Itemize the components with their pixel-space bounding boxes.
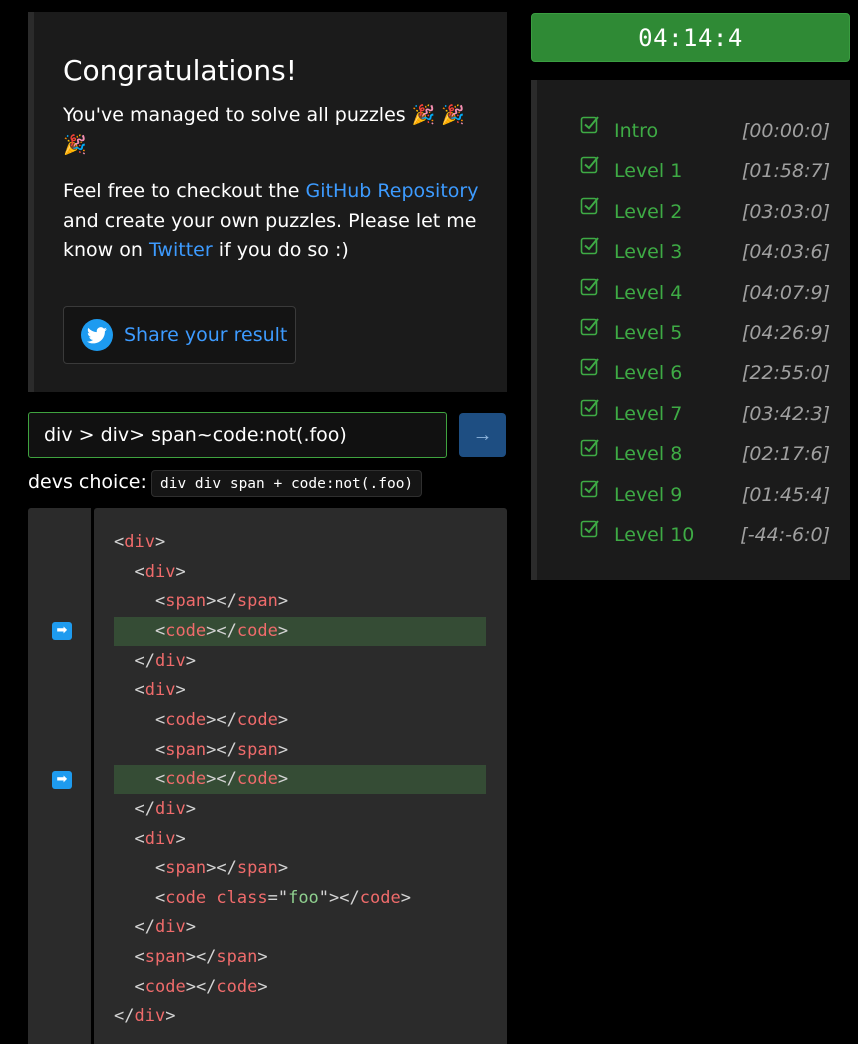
level-item[interactable]: Level 3 [04:03:6] — [580, 237, 830, 267]
code-line: <div> — [134, 561, 186, 582]
level-name: Level 10 — [614, 524, 695, 546]
checkbox-checked-icon — [580, 439, 599, 457]
checkbox-checked-icon — [580, 479, 599, 497]
level-time: [04:26:9] — [741, 322, 830, 344]
level-item[interactable]: Level 8 [02:17:6] — [580, 439, 830, 469]
selector-input[interactable] — [28, 412, 447, 458]
code-line: <div> — [134, 680, 186, 701]
code-panel: <div> <div> <span></span> <code></code> … — [94, 508, 507, 1044]
congrats-message: You've managed to solve all puzzles 🎉 🎉 … — [63, 104, 466, 156]
level-name: Intro — [614, 120, 659, 142]
checkbox-checked-icon — [580, 318, 599, 336]
level-time: [03:03:0] — [741, 200, 830, 223]
checkbox-checked-icon — [580, 116, 599, 134]
level-item[interactable]: Level 1 [01:58:7] — [580, 156, 830, 186]
code-line: </div> — [134, 917, 196, 938]
level-time: [01:58:7] — [741, 160, 830, 183]
congrats-info: Feel free to checkout the GitHub Reposit… — [63, 177, 483, 266]
level-time: [22:55:0] — [741, 362, 830, 385]
level-name: Level 9 — [614, 483, 683, 506]
levels-list: Intro [00:00:0] Level 1 [01:58:7] Level 2 [03… — [531, 80, 850, 580]
share-result-button[interactable]: Share your result — [63, 306, 296, 364]
level-name: Level 2 — [614, 200, 683, 223]
level-item[interactable]: Level 4 [04:07:9] — [580, 277, 830, 308]
code-line-matched: <code></code> — [114, 616, 486, 646]
checkbox-checked-icon — [580, 520, 599, 538]
code-line-matched: <code></code> — [114, 765, 486, 795]
arrow-right-icon: ➡ — [52, 770, 72, 789]
level-time: [04:03:6] — [741, 241, 830, 264]
level-item[interactable]: Level 5 [04:26:9] — [580, 318, 830, 348]
info-text-3: if you do so :) — [212, 239, 349, 261]
level-time: [04:07:9] — [741, 281, 830, 304]
level-item[interactable]: Level 9 [01:45:4] — [580, 479, 830, 510]
arrow-right-icon: ➡ — [52, 622, 72, 641]
level-item[interactable]: Level 10 [-44:-6:0] — [580, 520, 830, 550]
code-line: <span></span> — [154, 591, 289, 612]
checkbox-checked-icon — [580, 358, 599, 376]
checkbox-checked-icon — [580, 277, 599, 295]
level-item[interactable]: Level 2 [03:03:0] — [580, 197, 830, 227]
level-time: [00:00:0] — [741, 120, 830, 142]
level-time: [02:17:6] — [741, 443, 830, 466]
code-line: </div> — [114, 1006, 176, 1027]
twitter-link[interactable]: Twitter — [149, 239, 213, 261]
code-line: <code></code> — [134, 976, 268, 997]
level-name: Level 3 — [614, 241, 683, 264]
checkbox-checked-icon — [580, 237, 599, 255]
checkbox-checked-icon — [580, 399, 599, 417]
level-time: [01:45:4] — [741, 483, 830, 506]
share-result-label: Share your result — [124, 324, 288, 346]
level-name: Level 4 — [614, 281, 683, 304]
code-line: <span></span> — [134, 947, 268, 968]
submit-button[interactable]: → — [459, 413, 506, 457]
code-line: <div> — [134, 828, 186, 849]
congrats-card: Congratulations! You've managed to solve… — [28, 12, 507, 392]
code-line: <code class="foo"></code> — [154, 887, 411, 908]
level-name: Level 7 — [614, 402, 683, 425]
checkbox-checked-icon — [580, 197, 599, 215]
devs-choice-label: devs choice: — [28, 471, 147, 493]
level-item[interactable]: Level 7 [03:42:3] — [580, 399, 830, 429]
arrow-right-icon: → — [472, 423, 493, 446]
level-name: Level 6 — [614, 362, 683, 385]
code-line: <div> — [114, 532, 166, 552]
level-name: Level 8 — [614, 443, 683, 466]
code-line: <span></span> — [154, 739, 289, 760]
level-name: Level 1 — [614, 160, 683, 183]
congrats-title: Congratulations! — [63, 54, 297, 87]
level-time: [-44:-6:0] — [740, 524, 830, 546]
twitter-icon — [81, 319, 113, 351]
devs-choice-code: div div span + code:not(.foo) — [151, 470, 423, 497]
timer-display: 04:14:4 — [531, 13, 850, 62]
level-name: Level 5 — [614, 322, 683, 344]
level-item[interactable]: Intro [00:00:0] — [580, 116, 830, 146]
code-line: </div> — [134, 798, 196, 819]
code-line: <code></code> — [154, 709, 289, 730]
level-time: [03:42:3] — [741, 402, 830, 425]
github-link[interactable]: GitHub Repository — [306, 180, 479, 202]
info-text-1: Feel free to checkout the — [63, 180, 306, 202]
checkbox-checked-icon — [580, 156, 599, 174]
code-line: <span></span> — [154, 858, 289, 879]
code-line: </div> — [134, 650, 196, 671]
level-item[interactable]: Level 6 [22:55:0] — [580, 358, 830, 388]
